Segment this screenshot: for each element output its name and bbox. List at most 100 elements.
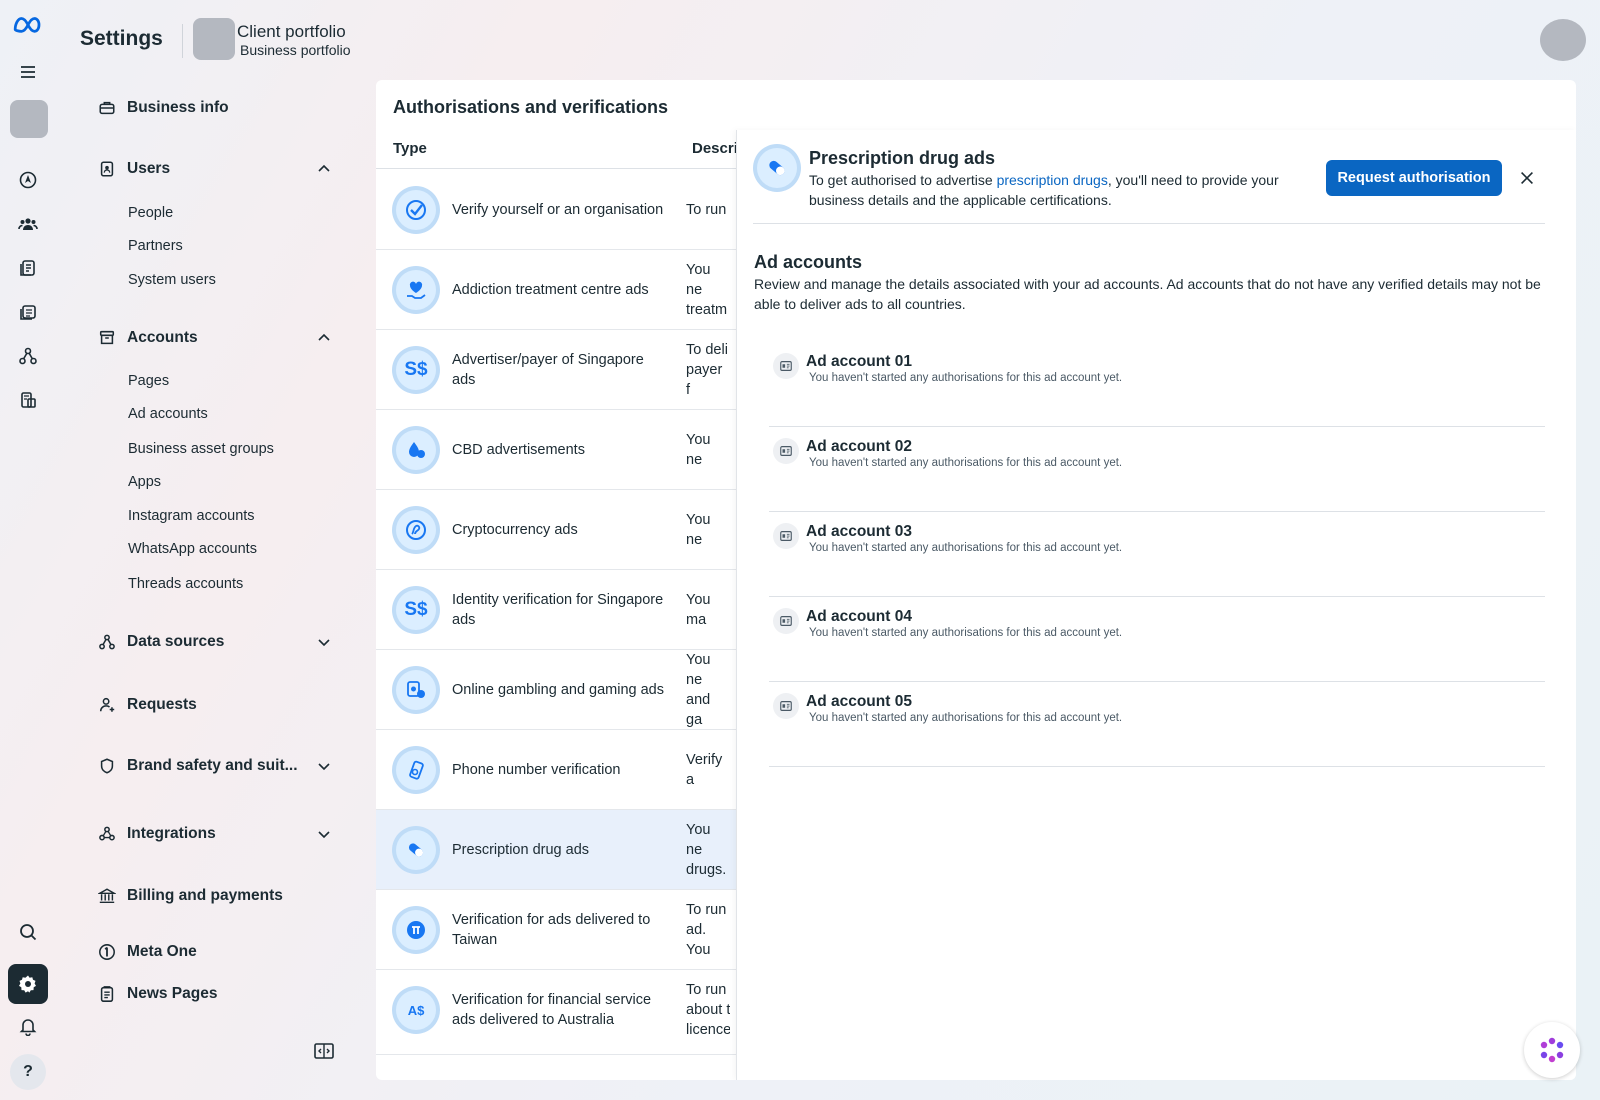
aud-icon: A$ [392, 986, 440, 1034]
ad-account-icon [773, 353, 799, 379]
sidebar-item-threads-accounts[interactable]: Threads accounts [128, 576, 243, 592]
user-avatar[interactable] [1540, 19, 1586, 61]
collapse-sidebar-icon[interactable] [314, 1042, 334, 1060]
table-row[interactable]: A$ Verification for financial service ad… [376, 970, 736, 1055]
left-rail: ? [0, 0, 56, 1100]
table-row[interactable]: Addiction treatment centre ads You ne tr… [376, 250, 736, 330]
sidebar-item-pages[interactable]: Pages [128, 373, 169, 389]
people-icon[interactable] [8, 204, 48, 244]
table-row[interactable]: Verify yourself or an organisation To ru… [376, 170, 736, 250]
sidebar-item-label: Business info [127, 99, 229, 116]
sidebar-item-news-pages[interactable]: News Pages [96, 980, 336, 1008]
bank-icon [96, 885, 118, 907]
table-row-selected[interactable]: Prescription drug ads You ne drugs. [376, 810, 736, 890]
panel-description: To get authorised to advertise prescript… [809, 170, 1309, 210]
row-type-name: Identity verification for Singapore ads [452, 592, 664, 628]
portfolio-image[interactable] [193, 18, 235, 60]
table-row[interactable]: S$ Advertiser/payer of Singapore ads To … [376, 330, 736, 410]
cbd-drop-icon [392, 426, 440, 474]
ad-account-name: Ad account 04 [806, 608, 912, 625]
sidebar-item-ad-accounts[interactable]: Ad accounts [128, 406, 208, 422]
sidebar-item-label: Users [127, 160, 171, 177]
row-description: You ma [686, 592, 711, 628]
ad-account-icon [773, 438, 799, 464]
sidebar-item-meta-one[interactable]: Meta One [96, 938, 336, 966]
sidebar-section-integrations[interactable]: Integrations [96, 820, 336, 848]
meta-one-icon [96, 941, 118, 963]
section-title: Authorisations and verifications [393, 97, 669, 117]
row-type-name: Online gambling and gaming ads [452, 682, 664, 698]
sidebar-item-apps[interactable]: Apps [128, 474, 161, 490]
panel-desc-text: To get authorised to advertise [809, 172, 997, 188]
ad-account-name: Ad account 05 [806, 693, 912, 710]
twd-icon [392, 906, 440, 954]
detail-panel: Prescription drug ads To get authorised … [736, 130, 1576, 1080]
meta-logo-icon[interactable] [6, 4, 50, 44]
row-description: You ne drugs. [686, 822, 727, 878]
sidebar-item-label: Meta One [127, 943, 197, 960]
portfolio-avatar[interactable] [10, 100, 48, 138]
table-row[interactable]: S$ Identity verification for Singapore a… [376, 570, 736, 650]
column-header-description[interactable]: Descri [692, 140, 738, 157]
ad-account-name: Ad account 03 [806, 523, 912, 540]
row-type-name: Verification for ads delivered to Taiwan [452, 912, 651, 948]
ad-account-row[interactable]: Ad account 05 You haven't started any au… [769, 682, 1545, 767]
sidebar-section-data-sources[interactable]: Data sources [96, 628, 336, 656]
data-sources-icon [96, 631, 118, 653]
portfolio-name[interactable]: Client portfolio [237, 22, 346, 42]
ad-accounts-description: Review and manage the details associated… [754, 276, 1541, 312]
data-sources-icon[interactable] [8, 336, 48, 376]
pages-icon[interactable] [8, 248, 48, 288]
sidebar-item-partners[interactable]: Partners [128, 238, 183, 254]
row-description: To run about t licence [686, 982, 730, 1038]
ad-account-status: You haven't started any authorisations f… [809, 712, 1123, 724]
briefcase-icon [96, 97, 118, 119]
search-icon[interactable] [8, 912, 48, 952]
ad-account-row[interactable]: Ad account 01 You haven't started any au… [769, 342, 1545, 427]
compass-icon[interactable] [8, 160, 48, 200]
sgd-icon: S$ [392, 346, 440, 394]
prescription-drugs-link[interactable]: prescription drugs [997, 172, 1108, 188]
table-row[interactable]: Verification for ads delivered to Taiwan… [376, 890, 736, 970]
row-description: To deli payer f [686, 342, 728, 398]
table-row[interactable]: Online gambling and gaming ads You ne an… [376, 650, 736, 730]
sidebar-item-whatsapp-accounts[interactable]: WhatsApp accounts [128, 541, 257, 557]
sidebar-item-billing[interactable]: Billing and payments [96, 882, 336, 910]
sidebar-section-users[interactable]: Users [96, 155, 336, 183]
chevron-down-icon [318, 639, 330, 647]
sidebar-item-business-asset-groups[interactable]: Business asset groups [128, 441, 274, 457]
ad-account-row[interactable]: Ad account 03 You haven't started any au… [769, 512, 1545, 597]
sidebar-item-requests[interactable]: Requests [96, 691, 336, 719]
row-description: To run ad. You [686, 902, 727, 958]
bell-icon[interactable] [8, 1006, 48, 1046]
sidebar-section-accounts[interactable]: Accounts [96, 324, 336, 352]
table-row[interactable]: CBD advertisements You ne [376, 410, 736, 490]
integrations-icon [96, 823, 118, 845]
sidebar-item-business-info[interactable]: Business info [96, 94, 336, 122]
ad-accounts-icon[interactable] [8, 292, 48, 332]
person-request-icon [96, 694, 118, 716]
verify-check-icon [392, 186, 440, 234]
sidebar-section-brand-safety[interactable]: Brand safety and suit... [96, 752, 336, 780]
ad-account-row[interactable]: Ad account 02 You haven't started any au… [769, 427, 1545, 512]
sidebar-item-system-users[interactable]: System users [128, 272, 216, 288]
cards-chips-icon [392, 666, 440, 714]
panel-title: Prescription drug ads [809, 148, 996, 168]
assistant-fab[interactable] [1524, 1022, 1580, 1078]
sidebar-item-people[interactable]: People [128, 205, 173, 221]
column-header-type[interactable]: Type [393, 140, 427, 157]
row-type-name: Advertiser/payer of Singapore ads [452, 352, 644, 388]
row-type-name: CBD advertisements [452, 442, 585, 458]
help-icon[interactable]: ? [10, 1054, 46, 1090]
sidebar-item-instagram-accounts[interactable]: Instagram accounts [128, 508, 255, 524]
table-row[interactable]: Phone number verification Verify a [376, 730, 736, 810]
pill-icon [392, 826, 440, 874]
close-icon[interactable] [1515, 166, 1539, 190]
ad-account-status: You haven't started any authorisations f… [809, 542, 1123, 554]
ad-account-row[interactable]: Ad account 04 You haven't started any au… [769, 597, 1545, 682]
billing-icon[interactable] [8, 380, 48, 420]
menu-icon[interactable] [8, 52, 48, 92]
table-row[interactable]: Cryptocurrency ads You ne [376, 490, 736, 570]
request-authorisation-button[interactable]: Request authorisation [1326, 160, 1502, 196]
settings-gear-icon[interactable] [8, 964, 48, 1004]
